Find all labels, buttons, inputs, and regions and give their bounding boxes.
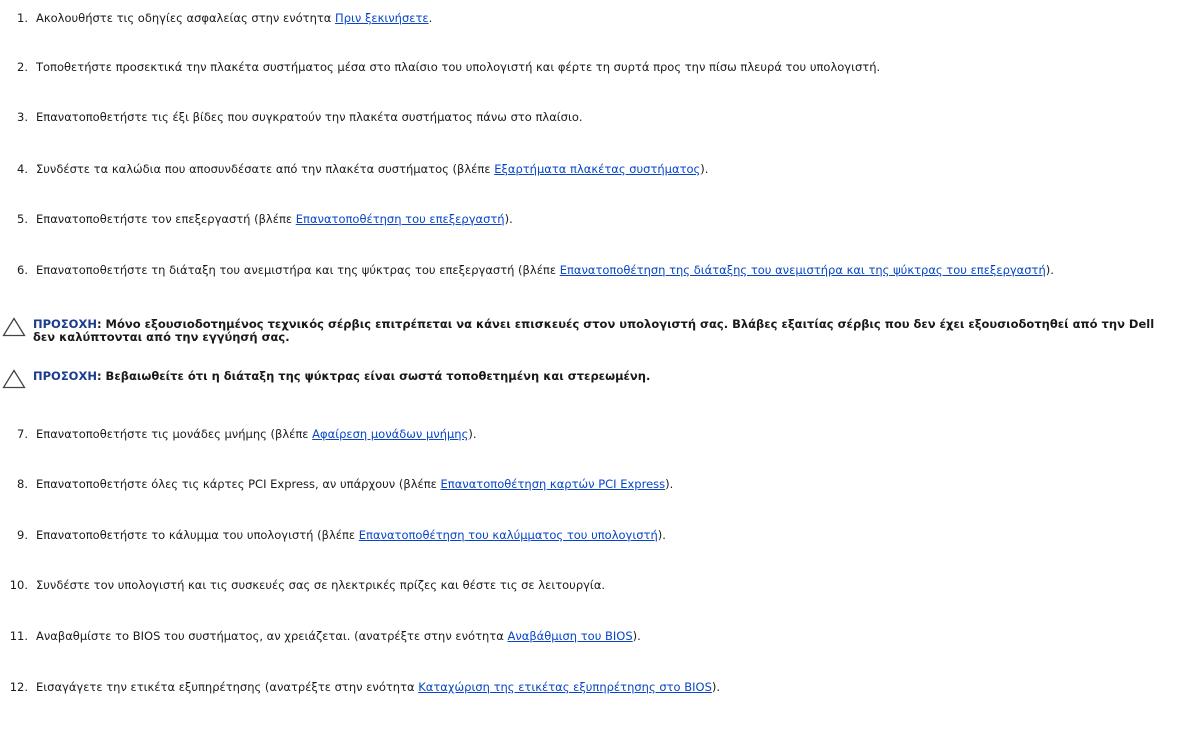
step-number: 5.: [17, 212, 28, 226]
step-number: 4.: [17, 162, 28, 176]
step-text: Αναβαθμίστε το BIOS του συστήματος, αν χ…: [36, 629, 641, 643]
step-text: Επανατοποθετήστε το κάλυμμα του υπολογισ…: [36, 528, 666, 542]
step-text: Επανατοποθετήστε τις μονάδες μνήμης (βλέ…: [36, 427, 477, 441]
link-before-you-begin[interactable]: Πριν ξεκινήσετε: [335, 11, 429, 25]
step-text: Συνδέστε τα καλώδια που αποσυνδέσατε από…: [36, 162, 709, 176]
step-text: Ακολουθήστε τις οδηγίες ασφαλείας στην ε…: [36, 11, 433, 25]
step-number: 11.: [9, 629, 28, 643]
step-text: Επανατοποθετήστε τις έξι βίδες που συγκρ…: [36, 110, 583, 124]
step-number: 2.: [17, 60, 28, 74]
link-replacing-fan-heatsink[interactable]: Επανατοποθέτηση της διάταξης του ανεμιστ…: [560, 263, 1046, 277]
step-number: 7.: [17, 427, 28, 441]
warning-triangle-icon: [2, 317, 26, 337]
step-number: 9.: [17, 528, 28, 542]
link-entering-service-tag-bios[interactable]: Καταχώριση της ετικέτας εξυπηρέτησης στο…: [418, 680, 712, 694]
step-text: Τοποθετήστε προσεκτικά την πλακέτα συστή…: [36, 60, 881, 74]
link-replacing-computer-cover[interactable]: Επανατοποθέτηση του καλύμματος του υπολο…: [359, 528, 658, 542]
caution-text: ΠΡΟΣΟΧΗ: Βεβαιωθείτε ότι η διάταξη της ψ…: [33, 369, 651, 383]
link-replacing-pci-express-cards[interactable]: Επανατοποθέτηση καρτών PCI Express: [441, 477, 666, 491]
caution-text: ΠΡΟΣΟΧΗ: Μόνο εξουσιοδοτημένος τεχνικός …: [33, 317, 1155, 344]
step-text: Επανατοποθετήστε τον επεξεργαστή (βλέπε …: [36, 212, 513, 226]
step-number: 12.: [9, 680, 28, 694]
link-flashing-bios[interactable]: Αναβάθμιση του BIOS: [507, 629, 632, 643]
link-replacing-processor[interactable]: Επανατοποθέτηση του επεξεργαστή: [296, 212, 505, 226]
step-text: Επανατοποθετήστε όλες τις κάρτες PCI Exp…: [36, 477, 674, 491]
caution-label: ΠΡΟΣΟΧΗ: [33, 317, 97, 331]
step-text: Συνδέστε τον υπολογιστή και τις συσκευές…: [36, 578, 606, 592]
caution-label: ΠΡΟΣΟΧΗ: [33, 369, 97, 383]
step-text: Εισαγάγετε την ετικέτα εξυπηρέτησης (ανα…: [36, 680, 721, 694]
step-number: 8.: [17, 477, 28, 491]
link-removing-memory[interactable]: Αφαίρεση μονάδων μνήμης: [312, 427, 468, 441]
warning-triangle-icon: [2, 369, 26, 389]
step-text: Επανατοποθετήστε τη διάταξη του ανεμιστή…: [36, 263, 1054, 277]
step-number: 10.: [9, 578, 28, 592]
step-number: 6.: [17, 263, 28, 277]
step-number: 1.: [17, 11, 28, 25]
link-system-board-components[interactable]: Εξαρτήματα πλακέτας συστήματος: [494, 162, 700, 176]
step-number: 3.: [17, 110, 28, 124]
